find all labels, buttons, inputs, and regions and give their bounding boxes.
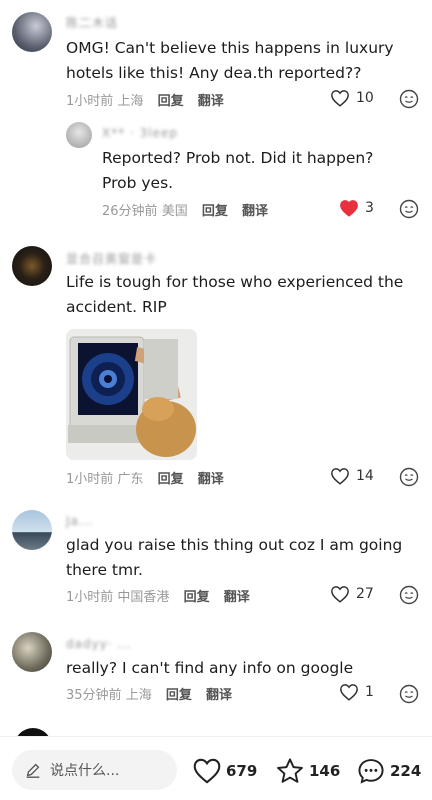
username[interactable]: X** · 3leep <box>102 126 178 140</box>
comment-location: 美国 <box>161 204 188 219</box>
like-count: 1 <box>365 684 374 700</box>
heart-icon <box>331 586 349 603</box>
more-icon[interactable] <box>399 467 419 487</box>
comment-location: 上海 <box>117 94 144 109</box>
more-icon[interactable] <box>399 199 419 219</box>
username[interactable]: dadyy· ... <box>66 637 132 651</box>
comment-stat-button[interactable]: 224 <box>356 757 421 785</box>
like-count: 10 <box>356 90 374 106</box>
heart-icon <box>193 758 221 784</box>
bottom-action-bar: 说点什么... 679 146 224 <box>0 736 432 800</box>
star-stat-button[interactable]: 146 <box>275 757 340 785</box>
like-button[interactable]: 1 <box>339 683 374 701</box>
comment-input-placeholder: 说点什么... <box>50 763 120 779</box>
comment-text: OMG! Can't believe this happens in luxur… <box>66 39 394 82</box>
translate-button[interactable]: 翻译 <box>198 472 224 487</box>
reply-button[interactable]: 回复 <box>184 590 210 605</box>
comment-location: 上海 <box>125 688 152 703</box>
comment-meta: 35分钟前 上海 回复 翻译 <box>66 684 232 703</box>
more-icon[interactable] <box>399 585 419 605</box>
comment-time: 35分钟前 <box>66 688 122 703</box>
like-stat-button[interactable]: 679 <box>192 757 257 784</box>
star-stat-count: 146 <box>309 762 341 780</box>
translate-button[interactable]: 翻译 <box>206 688 232 703</box>
heart-icon <box>340 684 358 701</box>
comment-text: really? I can't find any info on google <box>66 659 354 677</box>
avatar[interactable] <box>12 632 52 672</box>
comment-icon <box>358 759 384 784</box>
translate-button[interactable]: 翻译 <box>242 204 268 219</box>
comment-location: 中国香港 <box>117 590 170 605</box>
comment-time: 1小时前 <box>66 472 114 487</box>
more-icon[interactable] <box>399 684 419 704</box>
comment-meta: 1小时前 中国香港 回复 翻译 <box>66 586 250 605</box>
translate-button[interactable]: 翻译 <box>224 590 250 605</box>
avatar[interactable] <box>66 122 92 148</box>
avatar[interactable] <box>12 246 52 286</box>
comment-stat-count: 224 <box>390 762 422 780</box>
reply-button[interactable]: 回复 <box>158 472 184 487</box>
more-icon[interactable] <box>399 89 419 109</box>
like-stat-count: 679 <box>226 761 258 780</box>
comment-time: 1小时前 <box>66 94 114 109</box>
like-button[interactable]: 10 <box>330 89 374 107</box>
heart-icon <box>331 90 349 107</box>
username[interactable]: Ja... <box>66 514 93 528</box>
comment-text: Reported? Prob not. Did it happen? Prob … <box>102 149 374 192</box>
avatar[interactable] <box>12 510 52 550</box>
username[interactable]: 显合召奥窗是卡 <box>66 250 157 267</box>
like-count: 27 <box>356 586 374 602</box>
comment-input[interactable]: 说点什么... <box>12 750 177 790</box>
reply-button[interactable]: 回复 <box>158 94 184 109</box>
star-icon <box>277 758 303 783</box>
like-button[interactable]: 27 <box>330 585 374 603</box>
comment-meta: 1小时前 广东 回复 翻译 <box>66 468 224 487</box>
meme-picture <box>66 329 197 460</box>
comment-location: 广东 <box>117 472 144 487</box>
comment-image[interactable] <box>66 329 197 460</box>
reply-button[interactable]: 回复 <box>202 204 228 219</box>
comment-time: 1小时前 <box>66 590 114 605</box>
translate-button[interactable]: 翻译 <box>198 94 224 109</box>
like-count: 3 <box>365 200 374 216</box>
reply-button[interactable]: 回复 <box>166 688 192 703</box>
comment-meta: 1小时前 上海 回复 翻译 <box>66 90 224 109</box>
comment-time: 26分钟前 <box>102 204 158 219</box>
heart-icon <box>340 200 358 217</box>
like-button[interactable]: 3 <box>339 199 374 217</box>
comment-meta: 26分钟前 美国 回复 翻译 <box>102 200 268 219</box>
avatar[interactable] <box>12 12 52 52</box>
like-button[interactable]: 14 <box>330 467 374 485</box>
comment-text: Life is tough for those who experienced … <box>66 273 404 316</box>
comment-text: glad you raise this thing out coz I am g… <box>66 536 403 579</box>
like-count: 14 <box>356 468 374 484</box>
heart-icon <box>331 468 349 485</box>
username[interactable]: 陈二木话 <box>66 14 118 31</box>
pencil-icon <box>26 763 40 778</box>
